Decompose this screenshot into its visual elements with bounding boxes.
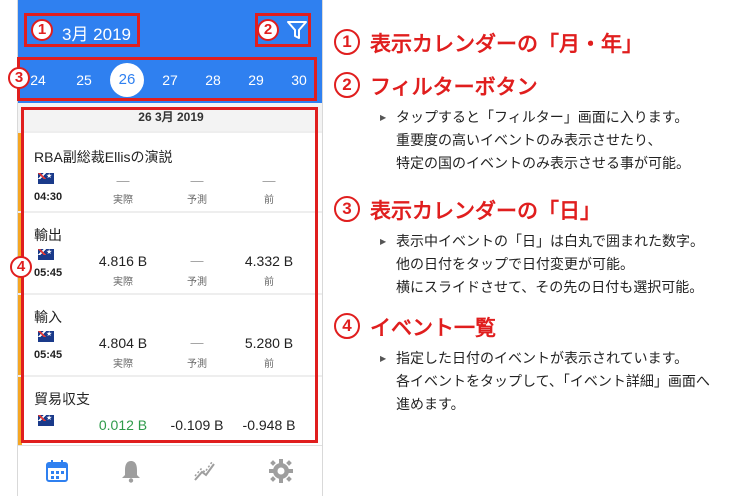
bullet-icon: ▶ (380, 113, 387, 122)
section-number: 3 (334, 196, 360, 222)
section-title: 表示カレンダーの「月・年」 (370, 33, 643, 56)
section-line: 各イベントをタップして、「イベント詳細」画面へ (396, 373, 710, 389)
section-number: 1 (334, 29, 360, 55)
section-line: タップすると「フィルター」画面に入ります。 (396, 109, 689, 125)
section-line: 横にスライドさせて、その先の日付も選択可能。 (396, 279, 704, 295)
gear-icon[interactable] (268, 458, 294, 484)
section-number: 4 (334, 313, 360, 339)
marker-2: 2 (257, 19, 279, 41)
calendar-icon[interactable] (44, 458, 70, 484)
bottom-nav (18, 445, 322, 496)
bullet-icon: ▶ (380, 354, 387, 363)
section-line: 重要度の高いイベントのみ表示させたり、 (396, 132, 662, 148)
highlight-events (21, 107, 318, 443)
section-title: イベント一覧 (370, 317, 496, 340)
marker-4: 4 (10, 256, 32, 278)
highlight-dates (17, 57, 317, 101)
section-title: フィルターボタン (370, 76, 538, 99)
section-title: 表示カレンダーの「日」 (370, 200, 601, 223)
marker-3: 3 (8, 67, 30, 89)
bullet-icon: ▶ (380, 237, 387, 246)
marker-1: 1 (31, 19, 53, 41)
bell-icon[interactable] (118, 458, 144, 484)
chart-icon[interactable] (192, 458, 218, 484)
section-line: 進めます。 (396, 396, 465, 412)
section-line: 他の日付をタップで日付変更が可能。 (396, 256, 634, 272)
section-line: 表示中イベントの「日」は白丸で囲まれた数字。 (396, 233, 704, 249)
section-number: 2 (334, 72, 360, 98)
section-line: 指定した日付のイベントが表示されています。 (396, 350, 689, 366)
section-line: 特定の国のイベントのみ表示させる事が可能。 (396, 155, 690, 171)
